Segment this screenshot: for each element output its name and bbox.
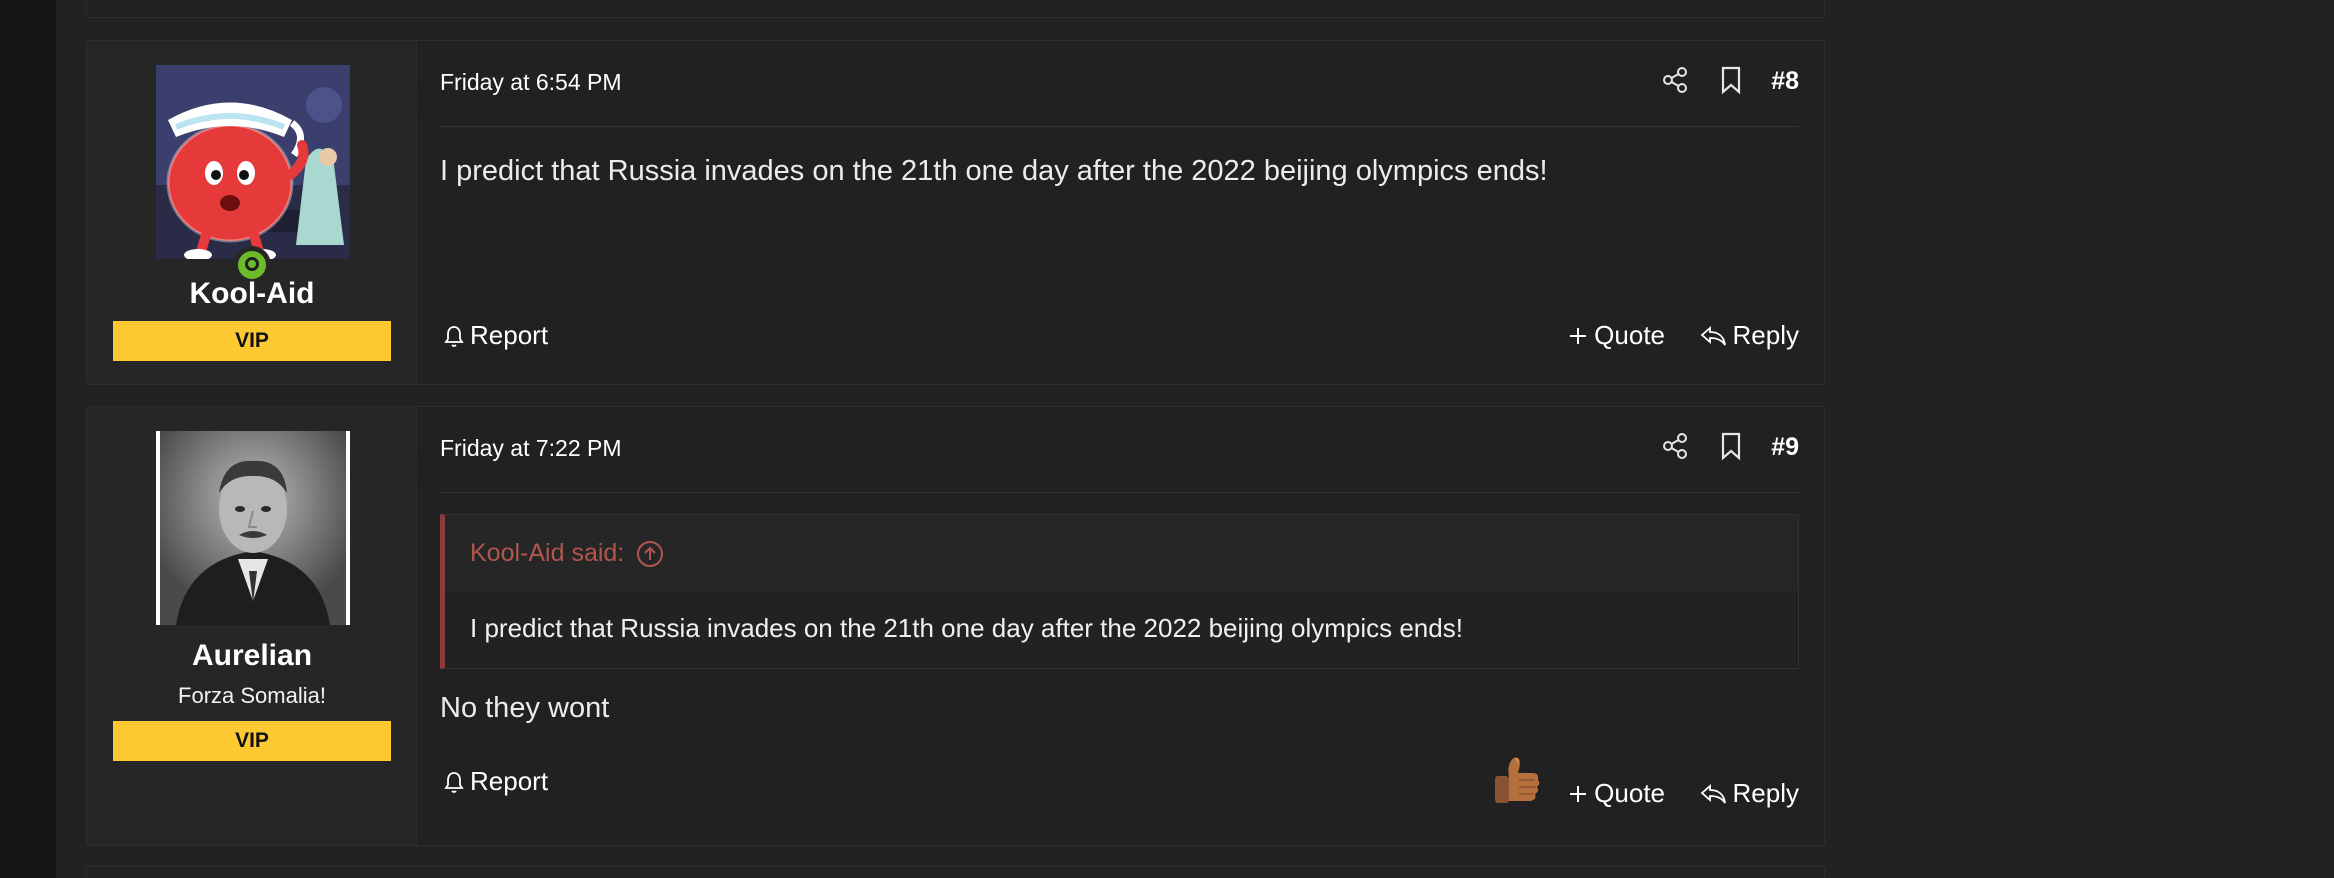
report-button[interactable]: Report [444, 320, 548, 351]
user-title: Forza Somalia! [178, 683, 326, 708]
bell-icon [444, 325, 464, 347]
bw-portrait-avatar [156, 431, 350, 625]
post-message: I predict that Russia invades on the 21t… [440, 155, 1548, 187]
quote-label: Quote [1594, 778, 1665, 808]
quote-button[interactable]: Quote [1568, 320, 1665, 351]
username[interactable]: Kool-Aid [87, 277, 417, 311]
user-panel-arrow [403, 87, 417, 115]
quote-body: I predict that Russia invades on the 21t… [445, 591, 1798, 668]
vip-badge: VIP [113, 321, 391, 361]
post-user-panel: Aurelian Forza Somalia! VIP [87, 407, 417, 845]
bookmark-icon[interactable] [1718, 431, 1744, 461]
plus-icon [1570, 327, 1587, 344]
arrow-up-circle-icon[interactable] [636, 540, 664, 568]
quote-label: Quote [1594, 320, 1665, 350]
share-icon[interactable] [1660, 65, 1690, 95]
reply-arrow-icon [1700, 783, 1726, 804]
post-number[interactable]: #9 [1771, 433, 1799, 462]
reply-button[interactable]: Reply [1699, 320, 1799, 351]
post-9: Aurelian Forza Somalia! VIP Friday at 7:… [86, 406, 1825, 846]
post-header: Friday at 6:54 PM #8 [440, 41, 1799, 127]
reply-arrow-icon [1700, 325, 1726, 346]
bell-icon [444, 771, 464, 793]
report-label: Report [470, 766, 549, 796]
thumbs-up-emoji[interactable] [1491, 753, 1543, 809]
report-button[interactable]: Report [444, 766, 548, 797]
thread-content: Kool-Aid VIP Friday at 6:54 PM #8 I pred… [86, 0, 1825, 878]
previous-post-stub [86, 0, 1825, 18]
avatar[interactable] [156, 65, 350, 259]
reply-label: Reply [1732, 320, 1799, 350]
report-label: Report [470, 320, 549, 350]
reply-button[interactable]: Reply [1699, 778, 1799, 809]
post-number[interactable]: #8 [1771, 67, 1799, 96]
bookmark-icon[interactable] [1718, 65, 1744, 95]
share-icon[interactable] [1660, 431, 1690, 461]
next-post-stub [86, 866, 1825, 878]
avatar[interactable] [156, 431, 350, 625]
kool-aid-man-avatar [156, 65, 350, 259]
vip-badge: VIP [113, 721, 391, 761]
post-body: Friday at 7:22 PM #9 Kool-Aid said: I pr… [440, 407, 1799, 845]
post-8: Kool-Aid VIP Friday at 6:54 PM #8 I pred… [86, 40, 1825, 385]
post-timestamp[interactable]: Friday at 7:22 PM [440, 435, 622, 462]
post-message: No they wont [440, 692, 610, 724]
post-body: Friday at 6:54 PM #8 I predict that Russ… [440, 41, 1799, 384]
quote-button[interactable]: Quote [1568, 778, 1665, 809]
username[interactable]: Aurelian [87, 639, 417, 673]
user-panel-arrow [403, 453, 417, 481]
post-header: Friday at 7:22 PM #9 [440, 407, 1799, 493]
quote-attribution[interactable]: Kool-Aid said: [470, 539, 664, 568]
post-user-panel: Kool-Aid VIP [87, 41, 417, 384]
quoted-post: Kool-Aid said: I predict that Russia inv… [440, 514, 1799, 669]
plus-icon [1570, 785, 1587, 802]
quote-attribution-text: Kool-Aid said: [470, 539, 625, 567]
left-gutter [0, 0, 56, 878]
quote-text: I predict that Russia invades on the 21t… [470, 613, 1463, 643]
post-timestamp[interactable]: Friday at 6:54 PM [440, 69, 622, 96]
reply-label: Reply [1732, 778, 1799, 808]
